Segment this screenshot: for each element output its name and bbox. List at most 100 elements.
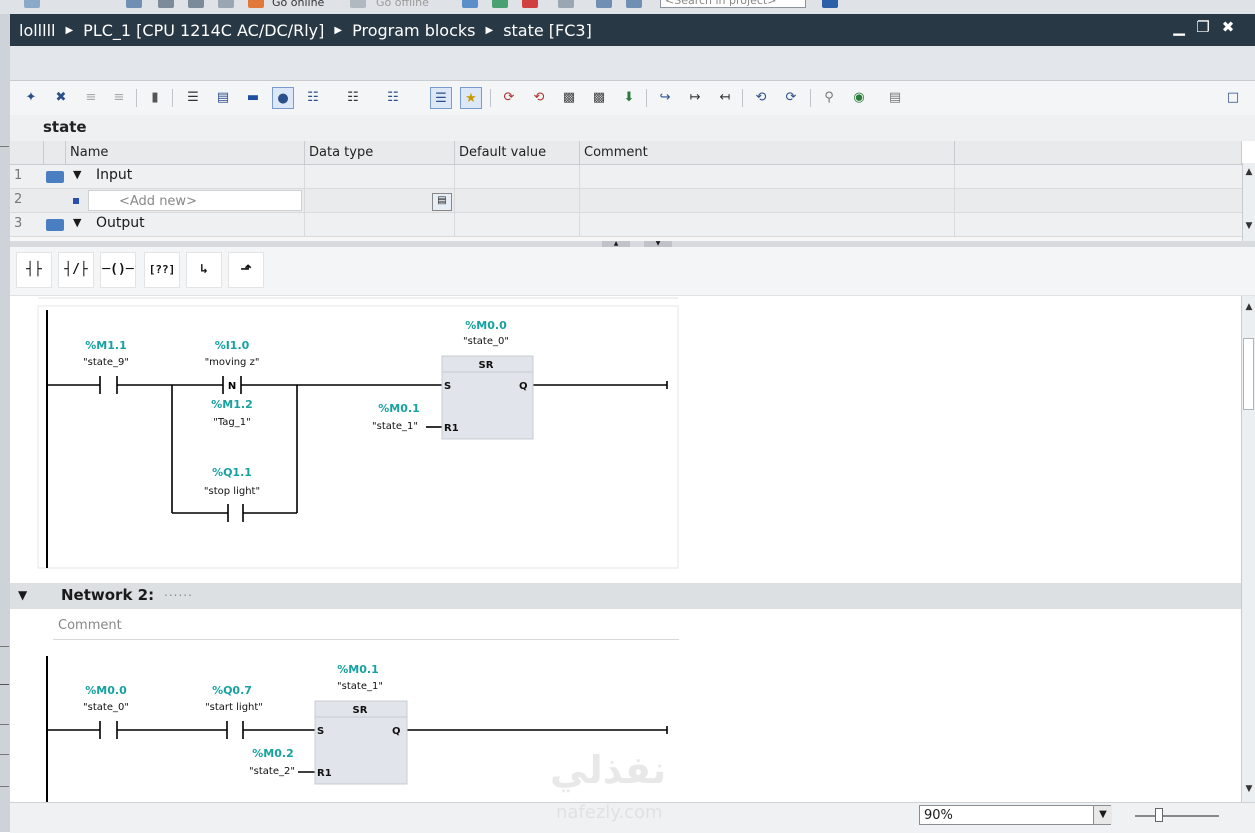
breadcrumb-block[interactable]: state [FC3] <box>503 21 592 40</box>
chevron-down-icon[interactable]: ▼ <box>1093 806 1112 824</box>
download-icon[interactable]: ⬇ <box>618 87 640 109</box>
copy-icon[interactable] <box>188 0 204 8</box>
task-cards-icon[interactable]: □ <box>1222 87 1244 109</box>
interface-scrollbar[interactable]: ▲ ▼ <box>1242 163 1255 241</box>
go-to-previous-error-icon[interactable]: ⟲ <box>528 87 550 109</box>
network-header[interactable]: ▼ Network 2: ...... <box>10 583 1241 609</box>
operand-address[interactable]: %M0.0 <box>85 684 127 697</box>
breadcrumb-arrow-icon: ▶ <box>334 24 343 36</box>
editor-scrollbar[interactable]: ▲ ▼ <box>1241 296 1255 802</box>
outdent-icon[interactable]: ↤ <box>714 87 736 109</box>
network-title-placeholder[interactable]: ...... <box>164 585 193 599</box>
indent-icon[interactable]: ↦ <box>684 87 706 109</box>
split-vertical-icon[interactable] <box>626 0 642 8</box>
search-icon[interactable] <box>822 0 838 8</box>
scroll-thumb[interactable] <box>1243 338 1254 410</box>
go-offline-button[interactable]: Go offline <box>376 0 429 9</box>
search-in-project-input[interactable]: <Search in project> <box>660 0 806 8</box>
stop-cpu-icon[interactable] <box>522 0 538 8</box>
scroll-down-icon[interactable]: ▼ <box>1243 219 1255 233</box>
operand-address[interactable]: %M1.2 <box>211 398 252 411</box>
insert-network-icon[interactable]: ✦ <box>20 87 42 109</box>
column-header-default-value[interactable]: Default value <box>455 141 580 165</box>
database-icon[interactable]: ▤ <box>884 87 906 109</box>
cell-divider <box>454 189 455 212</box>
operand-address[interactable]: %M0.2 <box>252 747 293 760</box>
normally-closed-contact-icon[interactable]: ┤/├ <box>58 252 94 288</box>
operand-address[interactable]: %I1.0 <box>215 339 250 352</box>
operand-address[interactable]: %M0.0 <box>465 319 507 332</box>
minimize-icon[interactable]: ▁ <box>1172 20 1186 35</box>
zoom-slider-handle[interactable] <box>1155 808 1163 822</box>
favorites-icon[interactable]: ▤ <box>212 87 234 109</box>
insert-row-icon[interactable]: ≡ <box>80 87 102 109</box>
networks-overview-icon[interactable]: ▬ <box>242 87 264 109</box>
show-favorites-icon[interactable]: ★ <box>460 87 482 109</box>
go-to-callee-icon[interactable]: ↪ <box>654 87 676 109</box>
save-icon[interactable] <box>24 0 40 8</box>
interface-row[interactable]: 3 ▼ Output <box>10 213 1242 237</box>
cross-reference-icon[interactable] <box>558 0 574 8</box>
start-cpu-icon[interactable] <box>492 0 508 8</box>
operand-address[interactable]: %M1.1 <box>85 339 126 352</box>
operand-address[interactable]: %Q0.7 <box>212 684 252 697</box>
print-icon[interactable] <box>126 0 142 8</box>
comments-toggle-icon[interactable]: ● <box>272 87 294 109</box>
monitoring-on-off-icon[interactable]: ◉ <box>848 87 870 109</box>
split-horizontal-icon[interactable] <box>596 0 612 8</box>
cell-divider <box>579 165 580 188</box>
column-header-data-type[interactable]: Data type <box>305 141 455 165</box>
collapse-triangle-icon[interactable]: ▼ <box>73 216 81 229</box>
collapse-triangle-icon[interactable]: ▼ <box>73 168 81 181</box>
close-branch-icon[interactable]: ⬏ <box>228 252 264 288</box>
collapse-arrow-icon[interactable] <box>0 146 9 147</box>
collapse-triangle-icon[interactable]: ▼ <box>18 588 27 602</box>
network-comments-icon[interactable]: ☷ <box>342 87 364 109</box>
open-all-networks-icon[interactable]: ☷ <box>302 87 324 109</box>
update-call-icon[interactable]: ▩ <box>558 87 580 109</box>
zoom-select[interactable]: 90% <box>919 805 1111 825</box>
go-online-icon[interactable] <box>248 0 264 8</box>
reset-start-values-icon[interactable]: ▮ <box>144 87 166 109</box>
column-header-comment[interactable]: Comment <box>580 141 955 165</box>
data-type-picker-icon[interactable]: ▤ <box>432 193 452 211</box>
restore-icon[interactable]: ❐ <box>1196 20 1210 35</box>
cut-icon[interactable] <box>158 0 174 8</box>
operand-address[interactable]: %Q1.1 <box>212 466 252 479</box>
column-header-name[interactable]: Name <box>66 141 305 165</box>
empty-box-icon[interactable]: [??] <box>144 252 180 288</box>
show-tag-info-icon[interactable]: ☰ <box>430 87 452 109</box>
interface-row[interactable]: 2 <Add new> ▤ <box>10 189 1242 213</box>
display-operands-icon[interactable]: ☷ <box>382 87 404 109</box>
paste-icon[interactable] <box>218 0 234 8</box>
breadcrumb-program-blocks[interactable]: Program blocks <box>352 21 475 40</box>
interface-row[interactable]: 1 ▼ Input <box>10 165 1242 189</box>
zoom-slider[interactable] <box>1135 815 1219 817</box>
go-to-next-error-icon[interactable]: ⟳ <box>498 87 520 109</box>
accessible-devices-icon[interactable] <box>462 0 478 8</box>
lad-program-editor[interactable]: %M1.1 %I1.0 %M1.2 %Q1.1 %M0.0 %M0.1 "sta… <box>10 296 1241 802</box>
add-row-icon[interactable]: ≡ <box>108 87 130 109</box>
call-hierarchy-icon[interactable]: ⟲ <box>750 87 772 109</box>
scroll-up-icon[interactable]: ▲ <box>1243 300 1255 314</box>
call-environment-icon[interactable]: ⟳ <box>780 87 802 109</box>
go-online-button[interactable]: Go online <box>272 0 324 9</box>
scroll-up-icon[interactable]: ▲ <box>1243 165 1255 179</box>
operand-address[interactable]: %M0.1 <box>378 402 419 415</box>
absolute-operands-icon[interactable]: ☰ <box>182 87 204 109</box>
normally-open-contact-icon[interactable]: ┤├ <box>16 252 52 288</box>
compare-icon[interactable]: ▩ <box>588 87 610 109</box>
collapse-arrow-icon[interactable] <box>0 646 9 647</box>
breadcrumb-device[interactable]: PLC_1 [CPU 1214C AC/DC/Rly] <box>83 21 324 40</box>
network-comment-field[interactable]: Comment <box>53 614 679 640</box>
operand-address[interactable]: %M0.1 <box>337 663 378 676</box>
add-new-input[interactable]: <Add new> <box>88 190 302 211</box>
scroll-down-icon[interactable]: ▼ <box>1243 782 1255 796</box>
open-branch-icon[interactable]: ↳ <box>186 252 222 288</box>
breadcrumb-project[interactable]: lolllll <box>19 21 55 40</box>
delete-network-icon[interactable]: ✖ <box>50 87 72 109</box>
close-icon[interactable]: ✖ <box>1221 20 1235 35</box>
go-offline-icon[interactable] <box>350 0 366 8</box>
output-coil-icon[interactable]: ─()─ <box>100 252 136 288</box>
monitor-icon[interactable]: ⚲ <box>818 87 840 109</box>
